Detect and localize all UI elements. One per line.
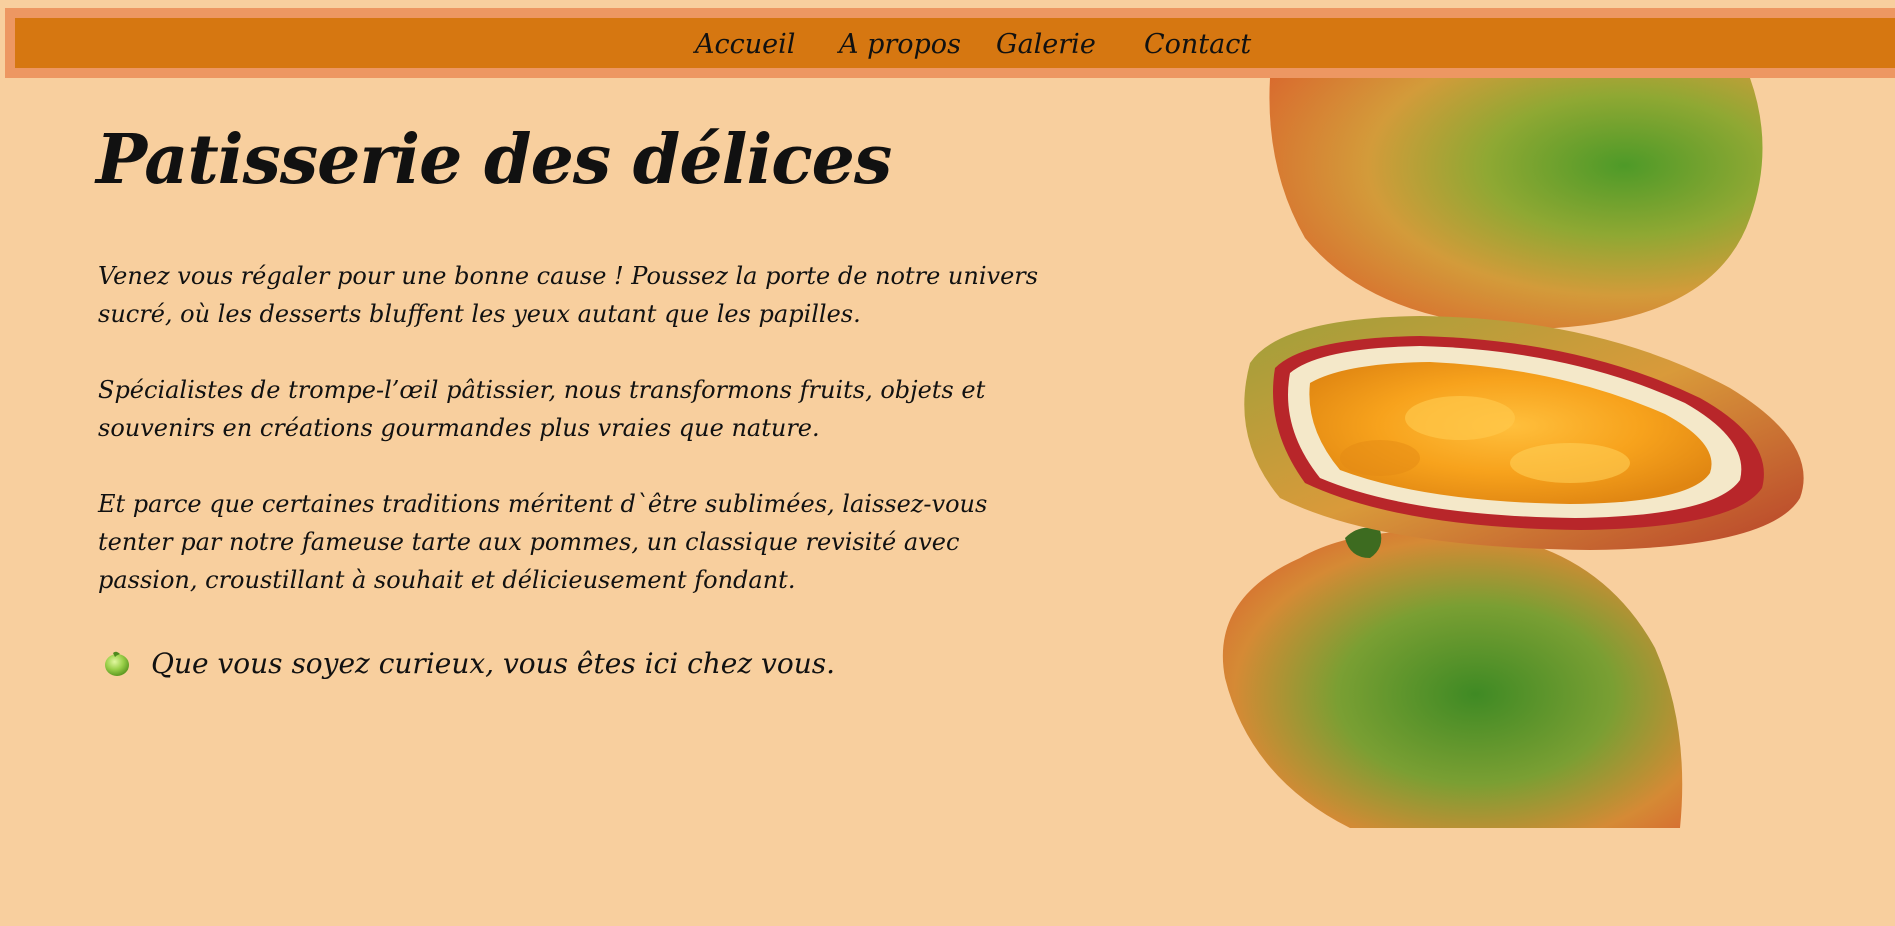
- nav-link-accueil[interactable]: Accueil: [695, 29, 795, 61]
- intro-paragraph: Venez vous régaler pour une bonne cause …: [98, 262, 1039, 328]
- lime-icon: [105, 651, 129, 676]
- closing-line: Que vous soyez curieux, vous êtes ici ch…: [103, 643, 835, 683]
- nav-link-a-propos[interactable]: A propos: [839, 29, 961, 61]
- tradition-paragraph: Et parce que certaines traditions mérite…: [98, 490, 988, 594]
- specialty-paragraph: Spécialistes de trompe-l’œil pâtissier, …: [98, 376, 986, 442]
- mango-stack-image: [1222, 78, 1804, 828]
- closing-text: Que vous soyez curieux, vous êtes ici ch…: [151, 646, 836, 680]
- nav-link-galerie[interactable]: Galerie: [996, 29, 1096, 61]
- page-title: Patisserie des délices: [96, 120, 892, 200]
- nav-link-contact[interactable]: Contact: [1144, 29, 1251, 61]
